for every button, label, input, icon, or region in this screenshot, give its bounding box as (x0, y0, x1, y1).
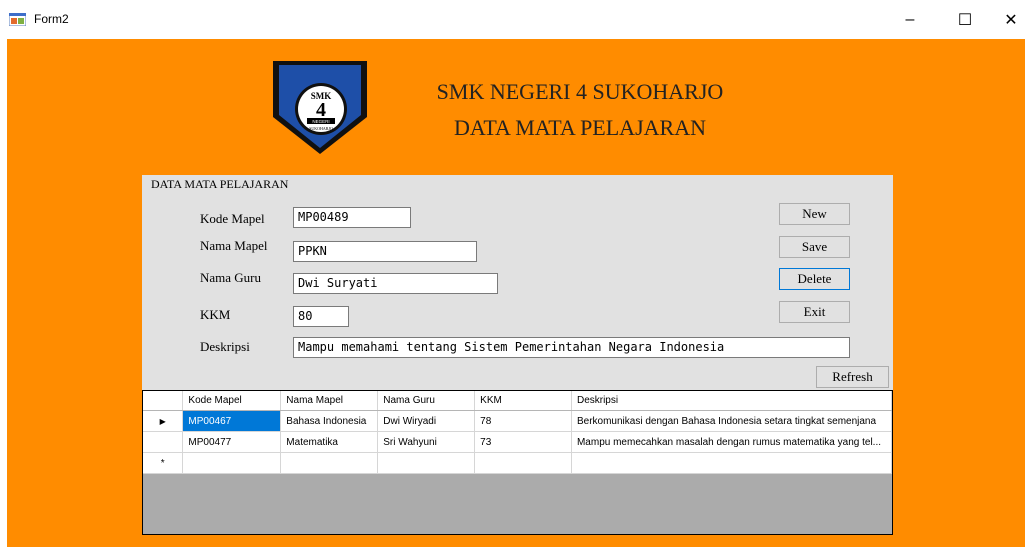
delete-button[interactable]: Delete (779, 268, 850, 290)
grid-cell-deskripsi[interactable]: Mampu memecahkan masalah dengan rumus ma… (571, 431, 892, 453)
column-header-nama-guru[interactable]: Nama Guru (377, 391, 476, 411)
page-title: DATA MATA PELAJARAN (454, 115, 706, 140)
new-row-cell[interactable] (474, 452, 572, 474)
window-title: Form2 (34, 12, 69, 26)
nama-guru-label: Nama Guru (200, 270, 262, 285)
column-header-nama-mapel[interactable]: Nama Mapel (280, 391, 379, 411)
nama-mapel-input[interactable]: PPKN (293, 241, 477, 262)
new-button[interactable]: New (779, 203, 850, 225)
column-header-kkm[interactable]: KKM (474, 391, 572, 411)
kode-mapel-label: Kode Mapel (200, 211, 265, 226)
refresh-button[interactable]: Refresh (816, 366, 889, 388)
exit-button[interactable]: Exit (779, 301, 850, 323)
deskripsi-label: Deskripsi (200, 339, 250, 354)
grid-cell-kode[interactable]: MP00467 (182, 410, 282, 432)
svg-text:4: 4 (316, 99, 326, 121)
kkm-label: KKM (200, 307, 231, 322)
groupbox-title: DATA MATA PELAJARAN (151, 177, 289, 191)
new-row-cell[interactable] (377, 452, 476, 474)
svg-text:SUKOHARJO: SUKOHARJO (309, 126, 333, 131)
new-row-cell[interactable] (182, 452, 282, 474)
app-form-icon (9, 13, 26, 26)
current-row-indicator-icon[interactable]: ▶ (143, 410, 184, 432)
new-row[interactable]: * (143, 452, 892, 474)
save-button[interactable]: Save (779, 236, 850, 258)
grid-corner-header (143, 391, 184, 411)
maximize-button[interactable]: ☐ (942, 0, 988, 39)
grid-cell-nama-mapel[interactable]: Bahasa Indonesia (280, 410, 379, 432)
nama-guru-input[interactable]: Dwi Suryati (293, 273, 498, 294)
table-row[interactable]: ▶ MP00467 Bahasa Indonesia Dwi Wiryadi 7… (143, 410, 892, 432)
nama-mapel-label: Nama Mapel (200, 238, 268, 253)
grid-cell-deskripsi[interactable]: Berkomunikasi dengan Bahasa Indonesia se… (571, 410, 892, 432)
grid-cell-nama-guru[interactable]: Dwi Wiryadi (377, 410, 476, 432)
grid-table: Kode Mapel Nama Mapel Nama Guru KKM Desk… (143, 391, 892, 474)
grid-cell-kkm[interactable]: 78 (474, 410, 572, 432)
mapel-data-grid[interactable]: Kode Mapel Nama Mapel Nama Guru KKM Desk… (142, 390, 893, 535)
kkm-input[interactable]: 80 (293, 306, 349, 327)
column-header-kode-mapel[interactable]: Kode Mapel (182, 391, 282, 411)
minimize-icon: – (905, 10, 915, 28)
maximize-icon: ☐ (957, 11, 973, 29)
row-header[interactable] (143, 431, 184, 453)
column-header-deskripsi[interactable]: Deskripsi (571, 391, 892, 411)
grid-cell-nama-mapel[interactable]: Matematika (280, 431, 379, 453)
minimize-button[interactable]: – (887, 0, 933, 39)
svg-text:NEGERI: NEGERI (312, 119, 329, 124)
school-logo-emblem: SMK 4 NEGERI SUKOHARJO (271, 59, 369, 155)
close-icon: ✕ (1004, 11, 1018, 29)
grid-cell-kode[interactable]: MP00477 (182, 431, 282, 453)
new-row-cell[interactable] (571, 452, 892, 474)
close-button[interactable]: ✕ (988, 0, 1025, 39)
title-bar: Form2 – ☐ ✕ (0, 0, 1025, 39)
table-row[interactable]: MP00477 Matematika Sri Wahyuni 73 Mampu … (143, 431, 892, 453)
grid-cell-kkm[interactable]: 73 (474, 431, 572, 453)
new-row-asterisk-icon[interactable]: * (143, 452, 184, 474)
grid-header-row: Kode Mapel Nama Mapel Nama Guru KKM Desk… (143, 391, 892, 411)
deskripsi-input[interactable]: Mampu memahami tentang Sistem Pemerintah… (293, 337, 850, 358)
school-name-heading: SMK NEGERI 4 SUKOHARJO (436, 79, 724, 104)
kode-mapel-input[interactable]: MP00489 (293, 207, 411, 228)
grid-cell-nama-guru[interactable]: Sri Wahyuni (377, 431, 476, 453)
new-row-cell[interactable] (280, 452, 379, 474)
